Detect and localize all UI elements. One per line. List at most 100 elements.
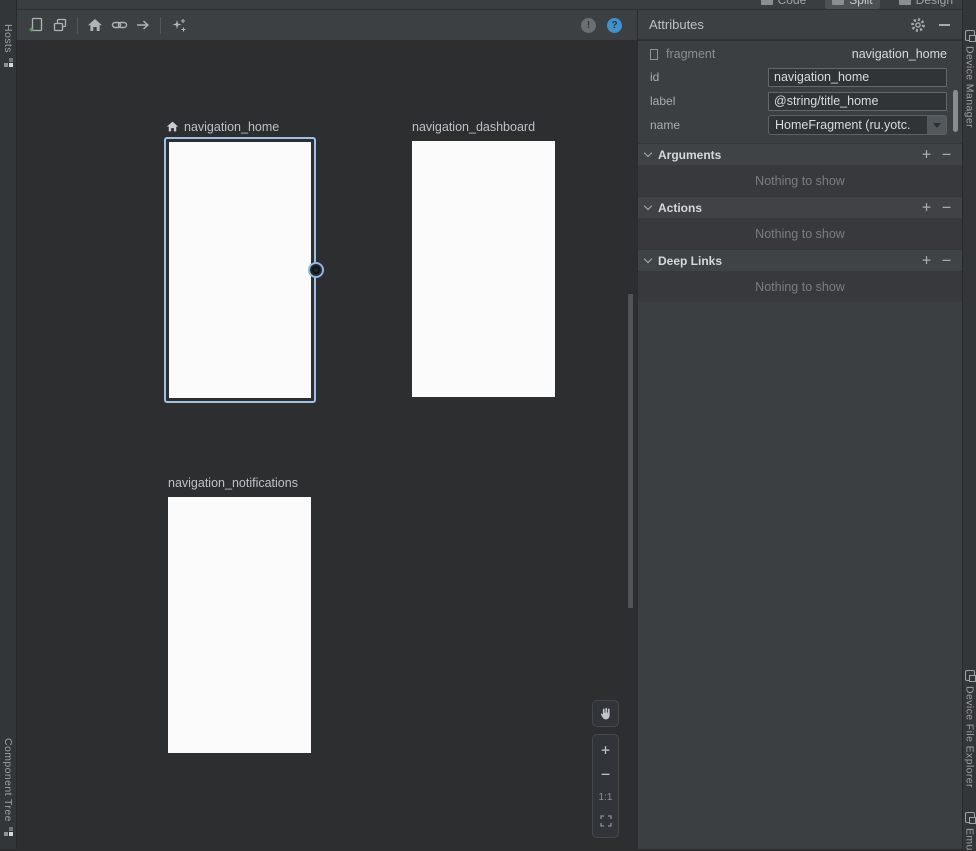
- tool-tab-device-file-explorer[interactable]: Device File Explorer: [963, 670, 976, 788]
- zoom-in-button[interactable]: +: [593, 739, 618, 763]
- nested-graph-icon: [52, 17, 68, 33]
- combo-dropdown-button[interactable]: [927, 116, 946, 134]
- split-mode-icon: [832, 0, 844, 5]
- label-field-label: label: [650, 94, 768, 108]
- gear-icon[interactable]: [910, 17, 926, 33]
- emulator-tab-label: Emu: [964, 828, 976, 851]
- attributes-scrollbar-thumb[interactable]: [953, 90, 958, 132]
- fragment-label-text: navigation_notifications: [168, 476, 298, 490]
- actions-section-title: Actions: [658, 201, 702, 215]
- section-header-arguments[interactable]: Arguments + −: [638, 143, 962, 165]
- device-file-explorer-icon: [965, 670, 975, 681]
- nested-graph-button[interactable]: [49, 13, 71, 37]
- section-header-deep-links[interactable]: Deep Links + −: [638, 249, 962, 271]
- link-icon: [111, 17, 128, 33]
- fragment-preview-navigation-home-selected[interactable]: [164, 137, 316, 403]
- fragment-preview-navigation-dashboard[interactable]: [412, 141, 555, 397]
- deep-links-section-title: Deep Links: [658, 254, 722, 268]
- start-destination-home-icon: [166, 120, 179, 133]
- arrow-right-icon: [135, 17, 151, 33]
- fragment-label-text: navigation_dashboard: [412, 120, 535, 134]
- fragment-icon: [650, 49, 658, 60]
- component-row: fragment navigation_home: [638, 41, 962, 65]
- fragment-label-text: navigation_home: [184, 120, 279, 134]
- nav-editor-toolbar: ! ?: [17, 10, 637, 40]
- fit-screen-icon: [600, 815, 612, 827]
- design-mode-icon: [899, 0, 911, 5]
- tab-design-label: Design: [916, 0, 953, 7]
- emulator-icon: [965, 812, 975, 823]
- new-destination-icon: [28, 17, 44, 33]
- id-field-input[interactable]: [768, 68, 947, 87]
- right-tool-stripe: Device Manager Device File Explorer Emu: [962, 0, 976, 849]
- add-deep-link-button[interactable]: +: [922, 253, 931, 268]
- chevron-down-icon: [644, 149, 652, 157]
- hosts-icon: [4, 58, 13, 67]
- tab-code-label: Code: [778, 0, 807, 7]
- auto-arrange-button[interactable]: [167, 13, 189, 37]
- tool-tab-hosts[interactable]: Hosts: [0, 24, 16, 67]
- field-row-name: name HomeFragment (ru.yotc.: [638, 113, 962, 137]
- fragment-label-navigation-notifications[interactable]: navigation_notifications: [168, 475, 298, 490]
- name-field-combobox[interactable]: HomeFragment (ru.yotc.: [768, 115, 947, 135]
- zoom-controls: + − 1:1: [592, 734, 619, 838]
- left-tool-stripe: Hosts Component Tree: [0, 0, 17, 849]
- name-field-label: name: [650, 118, 768, 132]
- attributes-panel-title: Attributes: [649, 17, 704, 32]
- deep-link-button[interactable]: [108, 13, 130, 37]
- fragment-label-navigation-dashboard[interactable]: navigation_dashboard: [412, 119, 535, 134]
- pan-tool-button[interactable]: [592, 700, 619, 727]
- attributes-panel-header: Attributes: [638, 10, 962, 40]
- fragment-label-navigation-home[interactable]: navigation_home: [166, 119, 279, 134]
- add-action-button[interactable]: +: [922, 200, 931, 215]
- tool-tab-component-tree[interactable]: Component Tree: [0, 738, 16, 836]
- tab-split-label: Split: [849, 0, 872, 7]
- label-field-input[interactable]: [768, 92, 947, 111]
- code-mode-icon: [761, 0, 773, 5]
- help-icon[interactable]: ?: [607, 18, 622, 33]
- device-manager-tab-label: Device Manager: [964, 46, 976, 128]
- remove-action-button[interactable]: −: [942, 200, 951, 215]
- section-header-actions[interactable]: Actions + −: [638, 196, 962, 218]
- hand-icon: [598, 706, 613, 721]
- new-destination-button[interactable]: [25, 13, 47, 37]
- home-icon: [87, 17, 103, 33]
- fragment-preview-surface: [169, 142, 311, 398]
- action-drag-handle[interactable]: [308, 262, 324, 278]
- hide-panel-icon[interactable]: [939, 24, 950, 26]
- zoom-level-button[interactable]: 1:1: [593, 786, 618, 810]
- remove-argument-button[interactable]: −: [942, 147, 951, 162]
- add-argument-button[interactable]: +: [922, 147, 931, 162]
- component-id-value: navigation_home: [852, 47, 947, 61]
- chevron-down-icon: [933, 123, 941, 128]
- action-button[interactable]: [132, 13, 154, 37]
- tool-tab-emulator[interactable]: Emu: [963, 812, 976, 851]
- toolbar-separator: [77, 17, 78, 34]
- id-field-label: id: [650, 70, 768, 84]
- deep-links-empty-text: Nothing to show: [638, 271, 962, 302]
- fragment-preview-navigation-notifications[interactable]: [168, 497, 311, 753]
- editor-mode-bar: Code Split Design: [17, 0, 976, 10]
- canvas-scrollbar-thumb[interactable]: [628, 294, 633, 608]
- component-tree-tab-label: Component Tree: [2, 738, 14, 822]
- tab-code[interactable]: Code: [754, 0, 814, 9]
- hosts-tab-label: Hosts: [2, 24, 14, 53]
- tab-split[interactable]: Split: [825, 0, 879, 9]
- arguments-section-title: Arguments: [658, 148, 721, 162]
- field-row-id: id: [638, 65, 962, 89]
- remove-deep-link-button[interactable]: −: [942, 253, 951, 268]
- attributes-panel: fragment navigation_home id label name H…: [638, 41, 962, 849]
- tool-tab-device-manager[interactable]: Device Manager: [963, 30, 976, 128]
- component-type-label: fragment: [666, 47, 715, 61]
- zoom-out-button[interactable]: −: [593, 763, 618, 787]
- tab-design[interactable]: Design: [892, 0, 960, 9]
- zoom-to-fit-button[interactable]: [593, 810, 618, 834]
- sparkle-icon: [170, 17, 187, 34]
- actions-empty-text: Nothing to show: [638, 218, 962, 249]
- chevron-down-icon: [644, 202, 652, 210]
- toolbar-separator: [160, 17, 161, 34]
- warning-indicator-icon[interactable]: !: [581, 18, 596, 33]
- field-row-label: label: [638, 89, 962, 113]
- assign-start-destination-button[interactable]: [84, 13, 106, 37]
- name-field-value: HomeFragment (ru.yotc.: [769, 118, 927, 132]
